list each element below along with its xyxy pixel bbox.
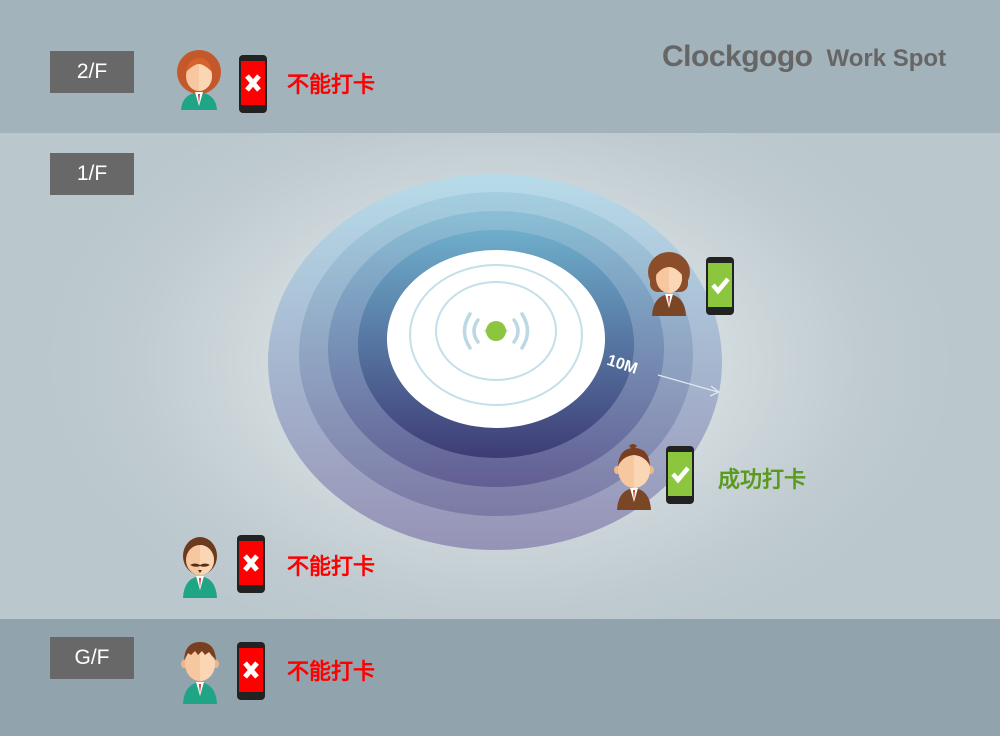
female-employee-avatar-icon [646,250,696,316]
floor-label-2f: 2/F [50,51,134,93]
beacon-dot [486,321,506,341]
logo-product: Work Spot [826,45,947,72]
logo: Clockgogo Work Spot [662,40,946,74]
status-text: 不能打卡 [287,659,376,684]
male-mustache-employee-avatar-icon [175,532,225,598]
female-employee-avatar-icon [174,50,224,112]
phone-ok-icon [705,257,735,315]
phone-fail-icon [236,535,266,593]
floor-label-gf: G/F [50,637,134,679]
male-employee-avatar-icon [611,442,661,510]
logo-brand: Clockgogo [662,40,813,73]
status-text: 不能打卡 [287,554,376,579]
floor-label-1f: 1/F [50,153,134,195]
beacon-range-diagram [268,174,722,550]
phone-ok-icon [665,446,695,504]
phone-fail-icon [238,55,268,113]
male-employee-avatar-icon [175,638,225,704]
status-text: 成功打卡 [718,467,807,492]
phone-fail-icon [236,642,266,700]
status-text: 不能打卡 [287,72,376,97]
